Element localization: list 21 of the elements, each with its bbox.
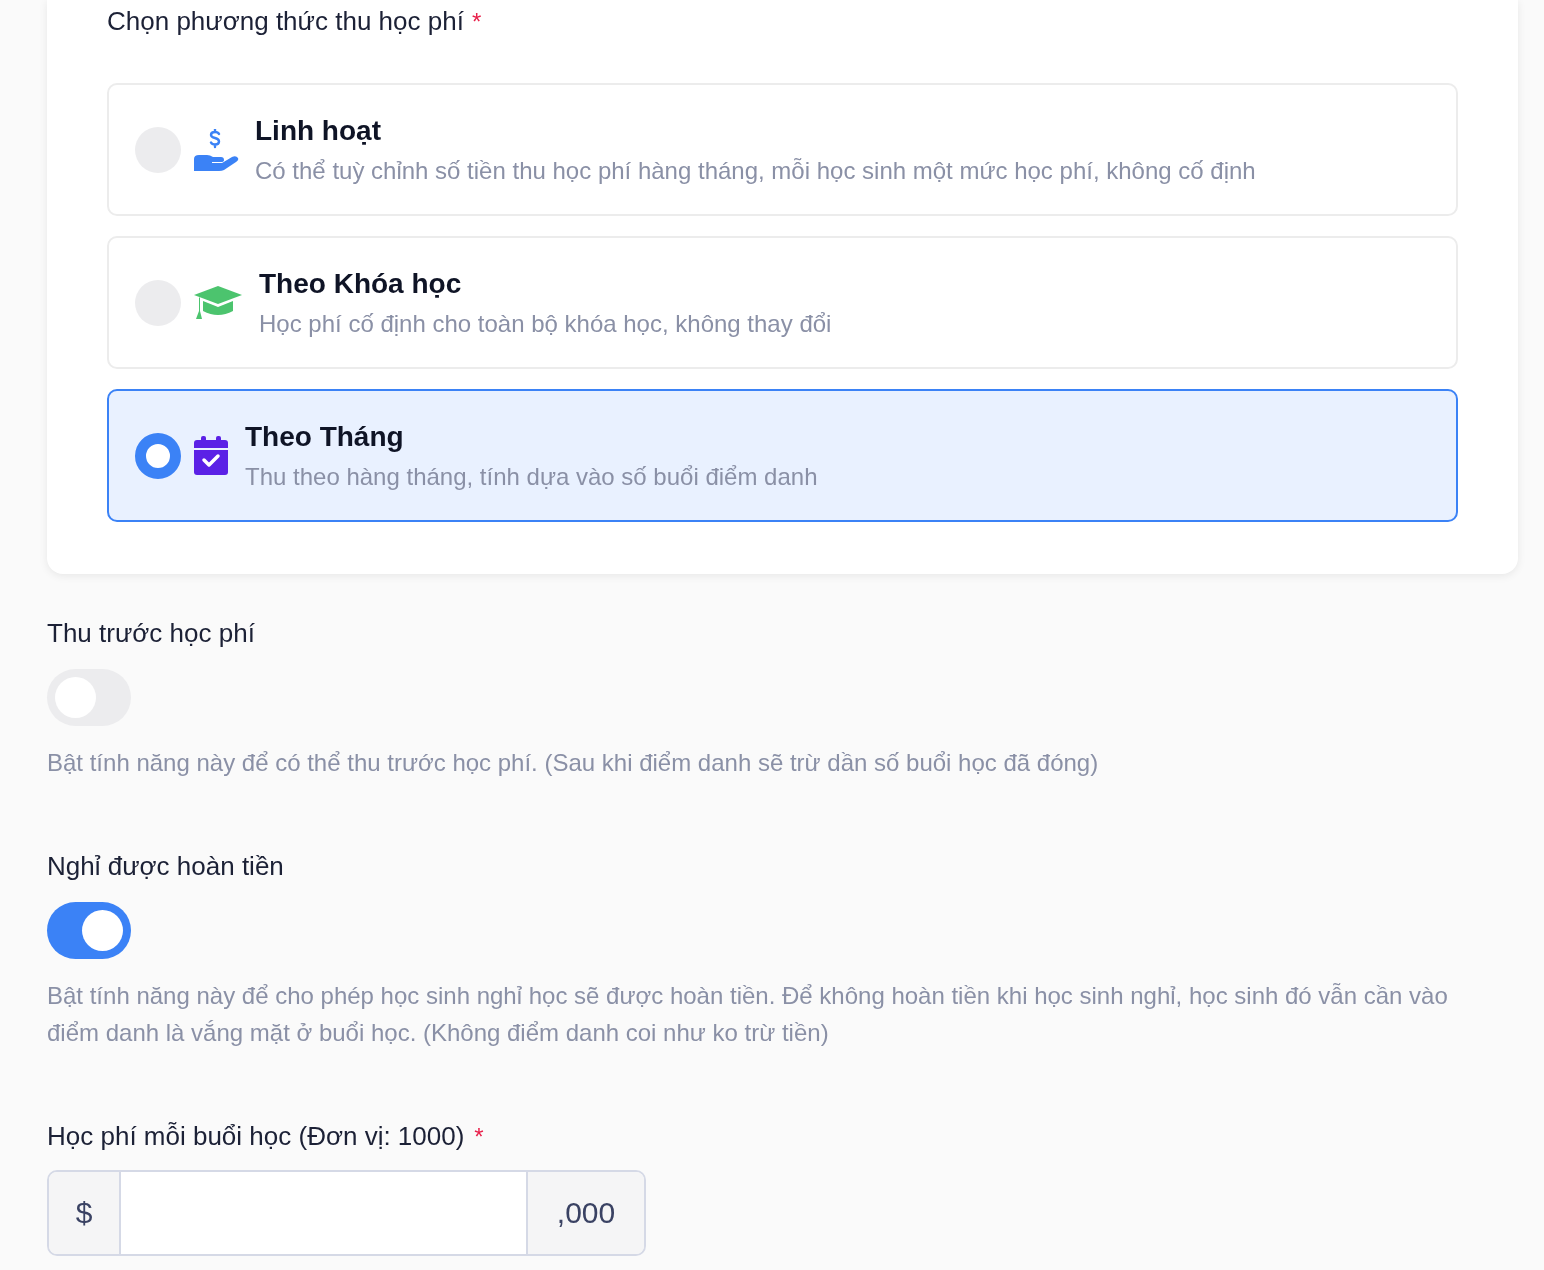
option-title: Theo Khóa học xyxy=(259,267,463,300)
option-description: Có thể tuỳ chỉnh số tiền thu học phí hàng tháng, mỗi học sinh một mức học phí, không cố định xyxy=(255,156,1256,185)
hand-dollar-icon xyxy=(193,128,239,171)
setting-label: Thu trước học phí xyxy=(47,618,255,649)
field-label: Học phí mỗi buổi học (Đơn vị: 1000) xyxy=(47,1121,465,1152)
required-mark: * xyxy=(471,8,482,36)
setting-hint: Bật tính năng này để có thể thu trước học phí. (Sau khi điểm danh sẽ trừ dần số buổi học đã đóng) xyxy=(47,748,1099,778)
option-description: Thu theo hàng tháng, tính dựa vào số buổi điểm danh xyxy=(245,462,818,491)
required-mark: * xyxy=(474,1123,484,1151)
option-card[interactable]: Theo Tháng Thu theo hàng tháng, tính dựa vào số buổi điểm danh xyxy=(107,389,1458,522)
field-label: Chọn phương thức thu học phí xyxy=(107,6,464,37)
radio-button[interactable] xyxy=(135,432,181,479)
option-description: Học phí cố định cho toàn bộ khóa học, không thay đổi xyxy=(259,309,832,338)
toggle-switch[interactable] xyxy=(47,902,131,959)
calendar-check-icon xyxy=(193,435,229,476)
option-card[interactable]: Theo Khóa học Học phí cố định cho toàn bộ khóa học, không thay đổi xyxy=(107,236,1458,369)
option-card[interactable]: Linh hoạt Có thể tuỳ chỉnh số tiền thu học phí hàng tháng, mỗi học sinh một mức học phí, không cố định xyxy=(107,83,1458,216)
setting-label: Nghỉ được hoàn tiền xyxy=(47,851,284,882)
option-title: Linh hoạt xyxy=(255,114,382,147)
setting-hint: Bật tính năng này để cho phép học sinh nghỉ học sẽ được hoàn tiền. Để không hoàn tiền khi học sinh nghỉ, học sinh đó vẫn cần vào điểm danh là vắng mặt ở buổi học. (Không điểm danh coi như ko trừ tiền) xyxy=(47,981,1449,1048)
option-title: Theo Tháng xyxy=(245,420,405,453)
